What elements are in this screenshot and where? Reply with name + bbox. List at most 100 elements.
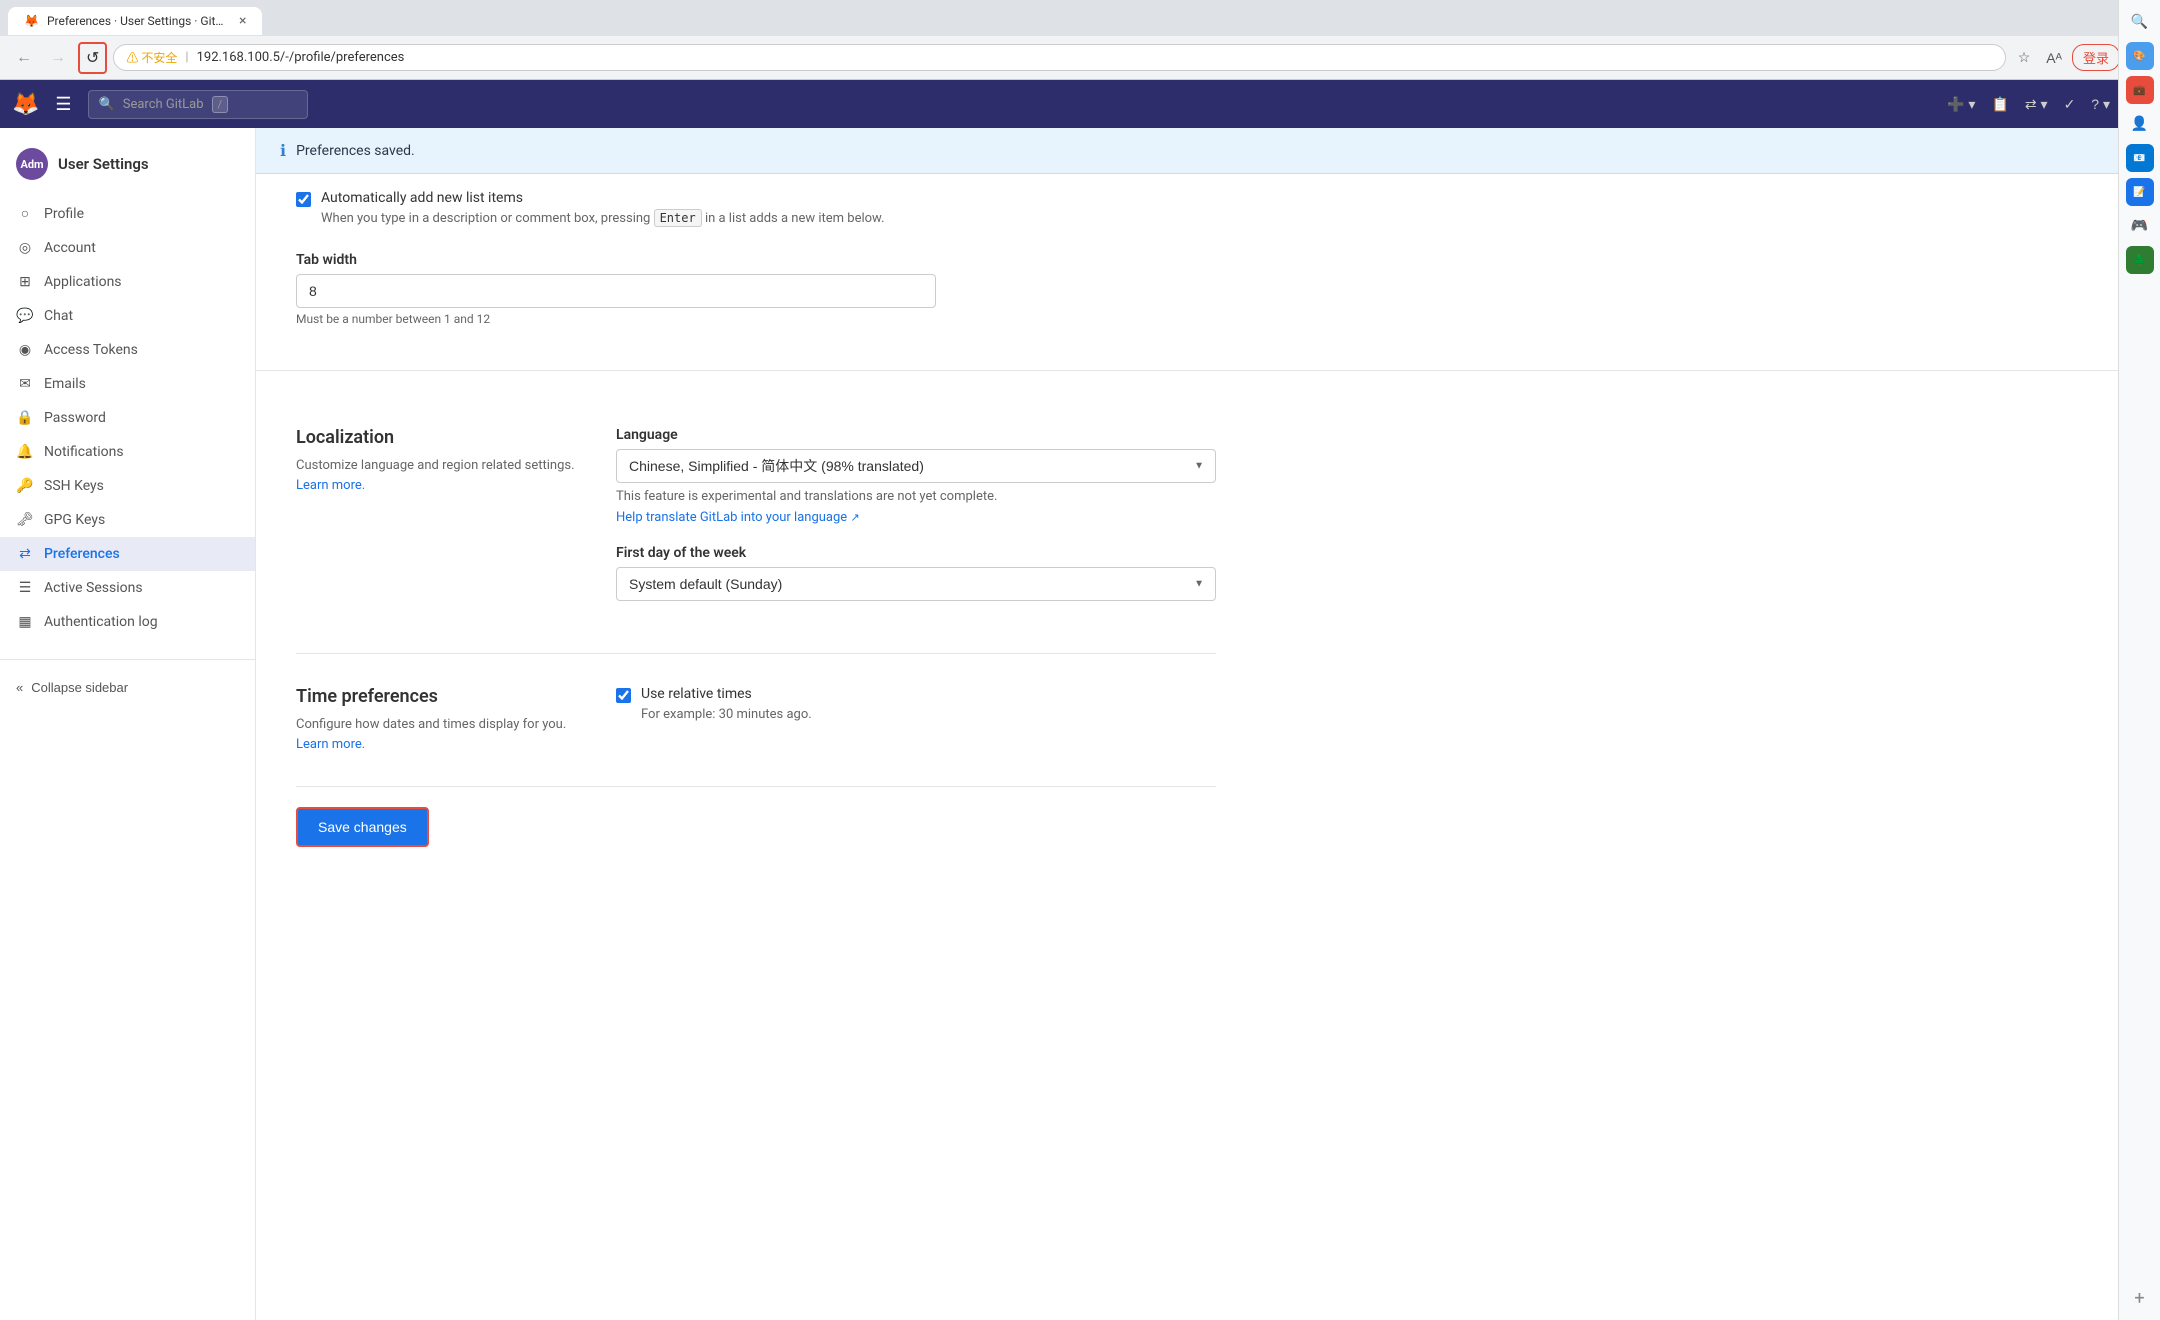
help-button[interactable]: ? ▾ bbox=[2085, 90, 2116, 119]
auto-list-items-checkbox[interactable] bbox=[296, 192, 311, 207]
sidebar-label-notifications: Notifications bbox=[44, 444, 124, 460]
ssh-keys-icon: 🔑 bbox=[16, 478, 34, 494]
localization-learn-more-link[interactable]: Learn more. bbox=[296, 478, 365, 493]
search-placeholder: Search GitLab bbox=[123, 97, 204, 112]
tab-width-label: Tab width bbox=[296, 252, 2120, 268]
preferences-saved-alert: ℹ Preferences saved. × bbox=[256, 128, 2160, 174]
content-area: ℹ Preferences saved. × Automatically add… bbox=[256, 128, 2160, 1320]
tab-width-group: Tab width Must be a number between 1 and… bbox=[296, 252, 2120, 326]
external-link-icon: ↗ bbox=[850, 511, 859, 524]
ext-add[interactable]: + bbox=[2126, 1284, 2154, 1312]
ext-notes[interactable]: 📝 bbox=[2126, 178, 2154, 206]
sidebar-item-account[interactable]: ◎ Account bbox=[0, 231, 255, 265]
browser-chrome: 🦊 Preferences · User Settings · GitLab ×… bbox=[0, 0, 2160, 80]
url-separator: | bbox=[185, 50, 188, 65]
ext-user[interactable]: 👤 bbox=[2126, 110, 2154, 138]
sidebar-item-auth-log[interactable]: ▦ Authentication log bbox=[0, 605, 255, 639]
time-preferences-title: Time preferences bbox=[296, 686, 576, 707]
localization-section: Localization Customize language and regi… bbox=[296, 395, 1216, 654]
notifications-icon: 🔔 bbox=[16, 444, 34, 460]
auto-list-items-label: Automatically add new list items bbox=[321, 190, 884, 206]
ext-tree[interactable]: 🌲 bbox=[2126, 246, 2154, 274]
preferences-icon: ⇄ bbox=[16, 546, 34, 562]
sidebar-label-account: Account bbox=[44, 240, 96, 256]
slash-key: / bbox=[212, 96, 229, 113]
alert-message: Preferences saved. bbox=[296, 143, 2107, 159]
relative-times-row: Use relative times For example: 30 minut… bbox=[616, 686, 1216, 724]
sidebar-label-active-sessions: Active Sessions bbox=[44, 580, 143, 596]
auto-list-items-row: Automatically add new list items When yo… bbox=[296, 190, 2120, 228]
tab-width-input[interactable] bbox=[296, 274, 936, 308]
first-day-select[interactable]: System default (Sunday) Sunday Monday Sa… bbox=[616, 567, 1216, 601]
tab-width-hint: Must be a number between 1 and 12 bbox=[296, 312, 2120, 326]
relative-times-checkbox[interactable] bbox=[616, 688, 631, 703]
forward-button[interactable]: → bbox=[44, 45, 72, 71]
auto-list-items-desc: When you type in a description or commen… bbox=[321, 210, 884, 228]
ext-game[interactable]: 🎮 bbox=[2126, 212, 2154, 240]
issues-button[interactable]: 📋 bbox=[1985, 90, 2014, 119]
sidebar-label-preferences: Preferences bbox=[44, 546, 120, 562]
sidebar-label-password: Password bbox=[44, 410, 106, 426]
global-search-bar[interactable]: 🔍 Search GitLab / bbox=[88, 90, 308, 119]
reload-button[interactable]: ↺ bbox=[78, 42, 107, 74]
collapse-sidebar-button[interactable]: « Collapse sidebar bbox=[16, 680, 128, 695]
ext-briefcase[interactable]: 💼 bbox=[2126, 76, 2154, 104]
create-button[interactable]: ➕ ▾ bbox=[1941, 90, 1981, 119]
language-select[interactable]: Chinese, Simplified - 简体中文 (98% translat… bbox=[616, 449, 1216, 483]
desc-text-after: in a list adds a new item below. bbox=[705, 211, 885, 226]
sidebar-item-applications[interactable]: ⊞ Applications bbox=[0, 265, 255, 299]
language-label: Language bbox=[616, 427, 1216, 443]
hamburger-menu[interactable]: ☰ bbox=[51, 90, 75, 119]
sidebar-label-emails: Emails bbox=[44, 376, 86, 392]
bookmarks-btn[interactable]: ☆ bbox=[2012, 45, 2037, 70]
tab-close[interactable]: × bbox=[239, 13, 246, 29]
address-bar[interactable]: ⚠ 不安全 | 192.168.100.5/-/profile/preferen… bbox=[113, 44, 2005, 71]
sidebar-avatar: Adm bbox=[16, 148, 48, 180]
active-tab[interactable]: 🦊 Preferences · User Settings · GitLab × bbox=[8, 7, 262, 35]
alert-info-icon: ℹ bbox=[280, 141, 286, 160]
gitlab-logo: 🦊 bbox=[12, 92, 39, 117]
sidebar-label-profile: Profile bbox=[44, 206, 84, 222]
sidebar-label-ssh-keys: SSH Keys bbox=[44, 478, 104, 494]
merge-requests-button[interactable]: ⇄ ▾ bbox=[2019, 90, 2054, 119]
sidebar-item-preferences[interactable]: ⇄ Preferences bbox=[0, 537, 255, 571]
time-preferences-learn-more-link[interactable]: Learn more. bbox=[296, 737, 365, 752]
sidebar-item-password[interactable]: 🔒 Password bbox=[0, 401, 255, 435]
sidebar-item-notifications[interactable]: 🔔 Notifications bbox=[0, 435, 255, 469]
first-day-select-wrapper: System default (Sunday) Sunday Monday Sa… bbox=[616, 567, 1216, 601]
sidebar-item-ssh-keys[interactable]: 🔑 SSH Keys bbox=[0, 469, 255, 503]
profile-icon: ○ bbox=[16, 205, 34, 222]
ext-search[interactable]: 🔍 bbox=[2126, 8, 2154, 36]
nav-icons: ➕ ▾ 📋 ⇄ ▾ ✓ ? ▾ B bbox=[1941, 90, 2148, 119]
relative-times-desc: For example: 30 minutes ago. bbox=[641, 706, 812, 724]
sidebar-label-applications: Applications bbox=[44, 274, 122, 290]
partial-top-section: Automatically add new list items When yo… bbox=[256, 174, 2160, 371]
sidebar-item-emails[interactable]: ✉ Emails bbox=[0, 367, 255, 401]
reader-btn[interactable]: Aᴬ bbox=[2040, 46, 2068, 70]
sidebar-item-chat[interactable]: 💬 Chat bbox=[0, 299, 255, 333]
applications-icon: ⊞ bbox=[16, 274, 34, 290]
sidebar-item-active-sessions[interactable]: ☰ Active Sessions bbox=[0, 571, 255, 605]
todos-button[interactable]: ✓ bbox=[2058, 90, 2082, 119]
ext-color[interactable]: 🎨 bbox=[2126, 42, 2154, 70]
main-content: Adm User Settings ○ Profile ◎ Account ⊞ … bbox=[0, 128, 2160, 1320]
time-preferences-desc-text: Configure how dates and times display fo… bbox=[296, 715, 576, 754]
access-tokens-icon: ◉ bbox=[16, 342, 34, 358]
app-wrapper: 🦊 ☰ 🔍 Search GitLab / ➕ ▾ 📋 ⇄ ▾ ✓ ? ▾ B … bbox=[0, 80, 2160, 1320]
emails-icon: ✉ bbox=[16, 376, 34, 392]
sidebar-item-profile[interactable]: ○ Profile bbox=[0, 196, 255, 231]
avatar-text: Adm bbox=[20, 158, 43, 171]
translate-gitlab-link[interactable]: Help translate GitLab into your language… bbox=[616, 510, 860, 525]
sidebar-item-gpg-keys[interactable]: 🗝 GPG Keys bbox=[0, 503, 255, 537]
search-icon: 🔍 bbox=[99, 97, 115, 112]
sidebar-header: Adm User Settings bbox=[0, 140, 255, 196]
sidebar-item-access-tokens[interactable]: ◉ Access Tokens bbox=[0, 333, 255, 367]
back-button[interactable]: ← bbox=[10, 45, 38, 71]
ext-outlook[interactable]: 📧 bbox=[2126, 144, 2154, 172]
password-icon: 🔒 bbox=[16, 410, 34, 426]
login-button[interactable]: 登录 bbox=[2072, 44, 2120, 71]
relative-times-label: Use relative times bbox=[641, 686, 812, 702]
save-changes-button[interactable]: Save changes bbox=[296, 807, 429, 847]
localization-controls: Language Chinese, Simplified - 简体中文 (98%… bbox=[616, 427, 1216, 621]
tab-favicon: 🦊 bbox=[24, 14, 39, 28]
